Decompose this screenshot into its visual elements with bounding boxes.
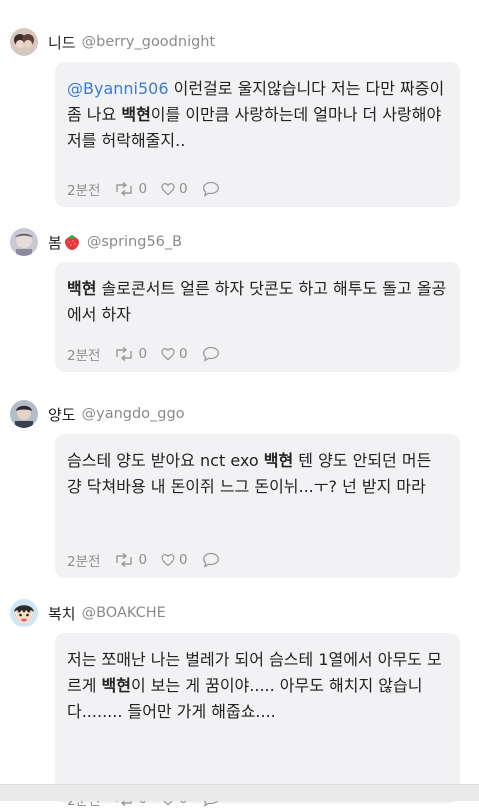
user-name[interactable]: 니드 <box>48 32 76 53</box>
post-time: 2분전 <box>67 183 101 199</box>
highlight-text: 백현 <box>67 279 97 298</box>
retweet-icon <box>116 553 133 567</box>
reply-icon <box>202 552 219 568</box>
reply-button[interactable] <box>202 346 220 362</box>
heart-icon <box>161 347 175 361</box>
retweet-button[interactable]: 0 <box>114 181 147 197</box>
user-handle[interactable]: @BOAKCHE <box>82 605 166 621</box>
post-bubble[interactable]: 저는 쪼매난 나는 벌레가 되어 슴스테 1열에서 아무도 모르게 백현이 보는… <box>55 633 460 809</box>
like-button[interactable]: 0 <box>161 552 188 568</box>
like-button[interactable]: 0 <box>161 181 188 197</box>
retweet-icon <box>116 182 133 196</box>
reply-button[interactable] <box>202 552 220 568</box>
highlight-text: 백현 <box>121 105 151 124</box>
post-time: 2분전 <box>67 554 101 570</box>
post-meta: 2분전 0 0 <box>67 344 220 364</box>
post-bubble[interactable]: @Byanni506 이런걸로 울지않습니다 저는 다만 짜증이 좀 나요 백현… <box>55 62 460 207</box>
heart-icon <box>161 182 175 196</box>
highlight-text: 백현 <box>101 676 131 695</box>
post-text: 저는 쪼매난 나는 벌레가 되어 슴스테 1열에서 아무도 모르게 백현이 보는… <box>67 650 442 721</box>
post-header: 봄 @spring56_B <box>10 226 182 258</box>
avatar[interactable] <box>10 400 38 428</box>
user-handle[interactable]: @spring56_B <box>87 234 182 250</box>
user-handle[interactable]: @yangdo_ggo <box>82 406 185 422</box>
post-bubble[interactable]: 백현 솔로콘서트 얼른 하자 닷콘도 하고 해투도 돌고 올공에서 하자 2분전… <box>55 262 460 372</box>
heart-icon <box>161 553 175 567</box>
retweet-button[interactable]: 0 <box>114 552 147 568</box>
highlight-text: 백현 <box>263 451 294 470</box>
like-button[interactable]: 0 <box>161 346 188 362</box>
user-handle[interactable]: @berry_goodnight <box>82 34 216 50</box>
retweet-icon <box>116 347 133 361</box>
post-text: 백현 솔로콘서트 얼른 하자 닷콘도 하고 해투도 돌고 올공에서 하자 <box>67 279 447 324</box>
avatar[interactable] <box>10 228 38 256</box>
post-header: 복치 @BOAKCHE <box>10 597 166 629</box>
retweet-button[interactable]: 0 <box>114 346 147 362</box>
post-text: @Byanni506 이런걸로 울지않습니다 저는 다만 짜증이 좀 나요 백현… <box>67 79 445 150</box>
user-name[interactable]: 복치 <box>48 603 76 624</box>
post-text: 슴스테 양도 받아요 nct exo 백현 텐 양도 안되던 머든 걍 닥쳐바용… <box>67 451 432 496</box>
strawberry-emoji <box>64 234 79 250</box>
post-time: 2분전 <box>67 348 101 364</box>
reply-icon <box>202 181 219 197</box>
post-bubble[interactable]: 슴스테 양도 받아요 nct exo 백현 텐 양도 안되던 머든 걍 닥쳐바용… <box>55 434 460 578</box>
post-meta: 2분전 0 0 <box>67 179 220 199</box>
avatar[interactable] <box>10 28 38 56</box>
user-name[interactable]: 봄 <box>48 232 81 253</box>
reply-icon <box>202 346 219 362</box>
user-name[interactable]: 양도 <box>48 404 76 425</box>
reply-button[interactable] <box>202 181 220 197</box>
bottom-bar <box>0 784 479 801</box>
post-header: 양도 @yangdo_ggo <box>10 398 185 430</box>
avatar[interactable] <box>10 599 38 627</box>
post-header: 니드 @berry_goodnight <box>10 26 215 58</box>
post-meta: 2분전 0 0 <box>67 550 220 570</box>
mention-link[interactable]: @Byanni506 <box>67 79 169 98</box>
